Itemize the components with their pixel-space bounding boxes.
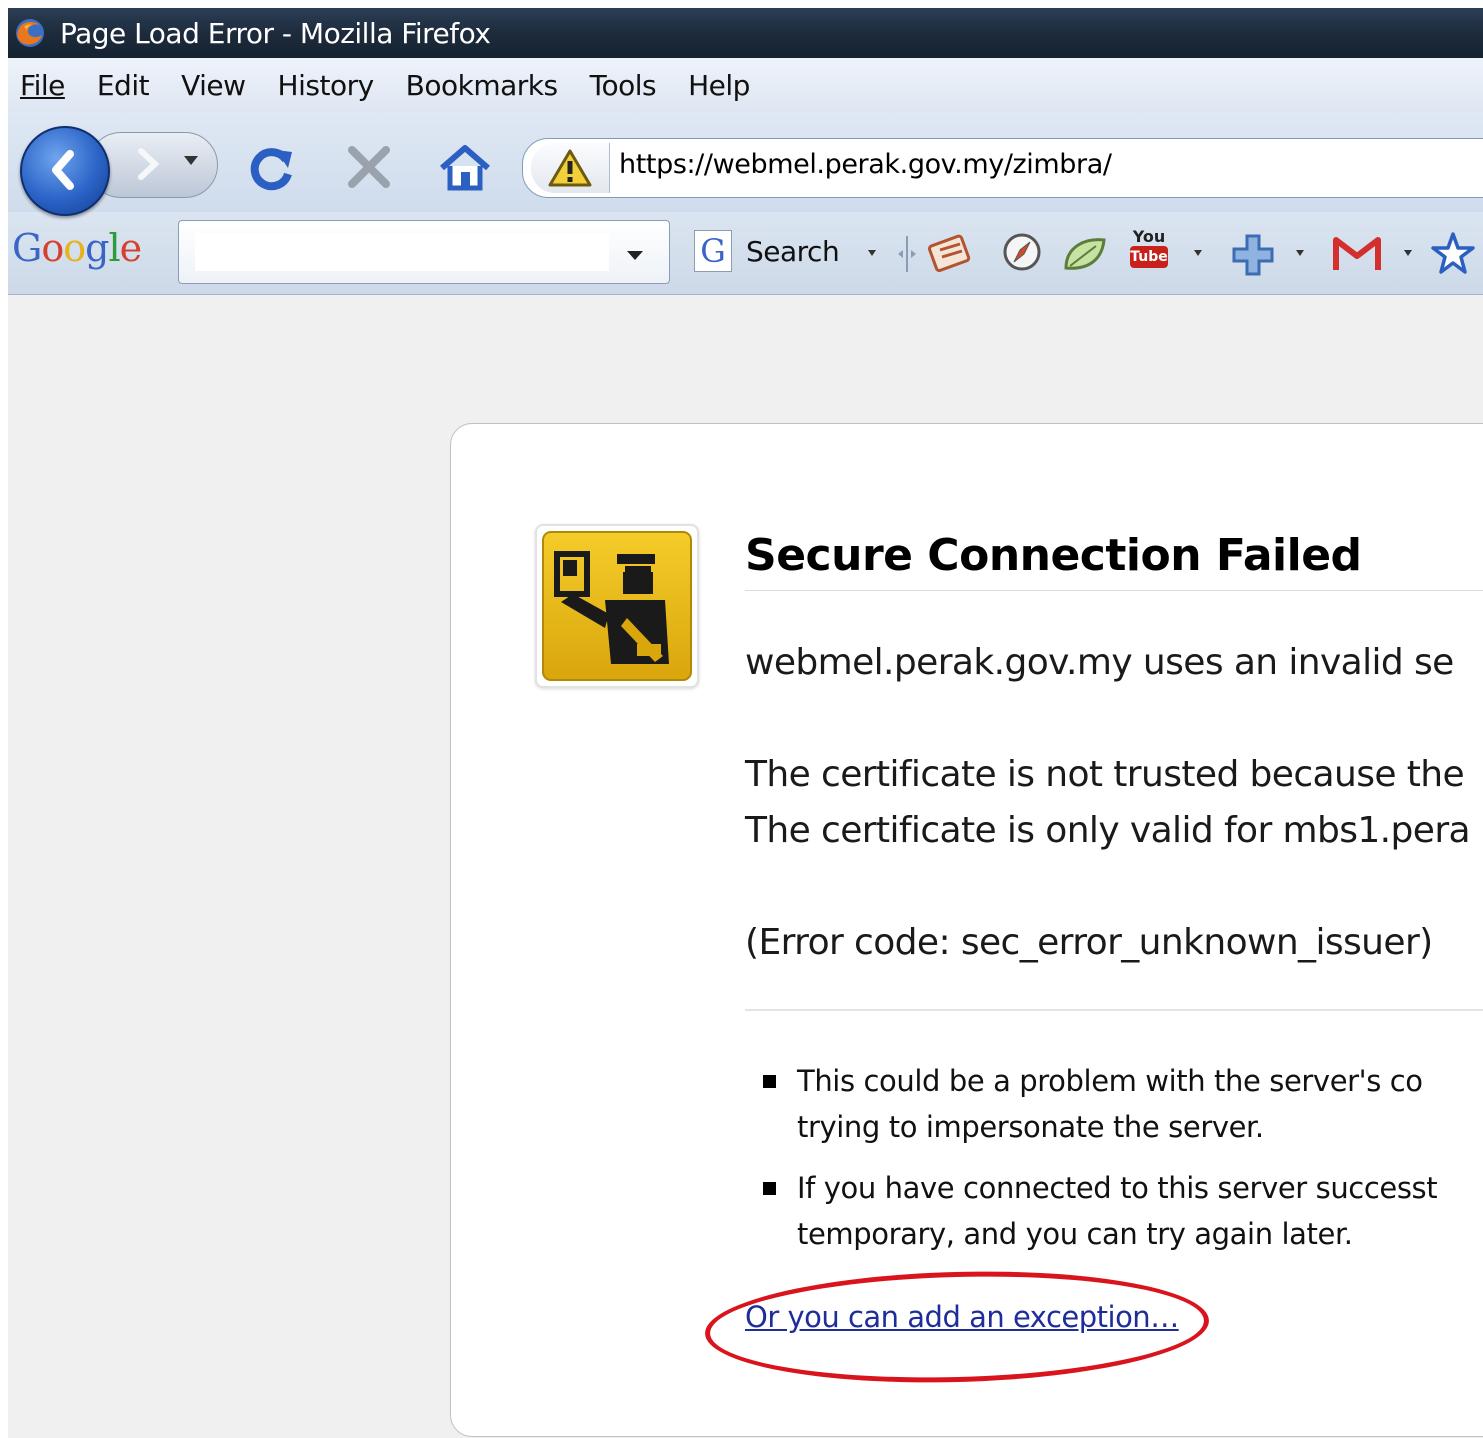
menu-edit[interactable]: Edit [97, 69, 150, 102]
title-bar: Page Load Error - Mozilla Firefox [8, 8, 1483, 58]
add-dropdown-arrow[interactable] [1296, 250, 1304, 256]
google-search-field[interactable] [178, 220, 670, 284]
google-logo[interactable]: Google [12, 226, 142, 270]
warning-icon [548, 149, 592, 187]
menu-file[interactable]: File [20, 69, 65, 102]
history-dropdown-arrow[interactable] [184, 156, 198, 165]
bullet-1-line1: This could be a problem with the server'… [797, 1064, 1423, 1098]
firefox-window: Page Load Error - Mozilla Firefox File E… [8, 8, 1483, 1438]
bullet-1-marker [763, 1075, 776, 1088]
error-code: (Error code: sec_error_unknown_issuer) [745, 922, 1433, 963]
google-search-label: Search [746, 234, 840, 268]
menu-help[interactable]: Help [688, 69, 750, 102]
bullet-1-line2: trying to impersonate the server. [797, 1110, 1264, 1144]
news-icon[interactable] [926, 230, 974, 276]
section-divider [745, 1009, 1483, 1011]
url-bar[interactable]: https://webmel.perak.gov.my/zimbra/ [522, 138, 1483, 198]
youtube-dropdown-arrow[interactable] [1194, 250, 1202, 256]
forward-arrow-icon [138, 148, 160, 180]
search-dropdown-arrow[interactable] [868, 250, 876, 256]
menu-view[interactable]: View [181, 69, 246, 102]
compass-icon[interactable] [1000, 230, 1044, 274]
navigation-toolbar: https://webmel.perak.gov.my/zimbra/ [8, 112, 1483, 216]
add-plus-icon[interactable] [1230, 232, 1276, 278]
gmail-icon[interactable] [1332, 236, 1382, 272]
bullet-2-marker [763, 1182, 776, 1195]
add-exception-link[interactable]: Or you can add an exception… [745, 1300, 1179, 1334]
youtube-icon-bottom: Tube [1130, 246, 1168, 268]
toolbar-resize-handle-icon[interactable] [896, 234, 918, 274]
window-title: Page Load Error - Mozilla Firefox [60, 16, 491, 50]
error-box: Secure Connection Failed webmel.perak.go… [450, 423, 1483, 1437]
url-text[interactable]: https://webmel.perak.gov.my/zimbra/ [619, 149, 1112, 180]
menu-bar: File Edit View History Bookmarks Tools H… [8, 58, 1483, 112]
error-message-line1: webmel.perak.gov.my uses an invalid se [745, 642, 1454, 683]
back-button[interactable] [20, 126, 110, 216]
menu-tools[interactable]: Tools [590, 69, 657, 102]
star-icon[interactable] [1430, 230, 1476, 276]
back-arrow-icon [52, 150, 74, 190]
menu-file-label: File [20, 68, 65, 102]
youtube-icon-top: You [1132, 227, 1166, 246]
bullet-2-line1: If you have connected to this server suc… [797, 1171, 1438, 1205]
menu-bookmarks[interactable]: Bookmarks [406, 69, 558, 102]
google-search-button[interactable]: G Search [694, 228, 840, 274]
bullet-2-line2: temporary, and you can try again later. [797, 1217, 1353, 1251]
gmail-dropdown-arrow[interactable] [1404, 250, 1412, 256]
error-message-line2a: The certificate is not trusted because t… [745, 754, 1465, 795]
page-content: Secure Connection Failed webmel.perak.go… [8, 295, 1483, 1438]
reload-icon[interactable] [246, 142, 298, 194]
youtube-icon[interactable]: You Tube [1130, 228, 1168, 276]
firefox-icon [16, 19, 44, 47]
google-search-dropdown-arrow[interactable] [627, 251, 643, 260]
error-title: Secure Connection Failed [745, 530, 1362, 581]
google-g-icon: G [694, 230, 732, 272]
bookmark-leaf-icon[interactable] [1060, 232, 1110, 276]
error-message-line2b: The certificate is only valid for mbs1.p… [745, 810, 1471, 851]
site-identity-button[interactable] [531, 143, 610, 193]
title-divider [745, 590, 1483, 591]
security-officer-icon [542, 531, 692, 681]
stop-icon[interactable] [344, 142, 394, 192]
google-search-input[interactable] [195, 233, 609, 271]
security-officer-icon-frame [535, 524, 699, 688]
google-toolbar: Google G Search You Tube [8, 212, 1483, 295]
menu-history[interactable]: History [278, 69, 375, 102]
home-icon[interactable] [438, 144, 492, 192]
